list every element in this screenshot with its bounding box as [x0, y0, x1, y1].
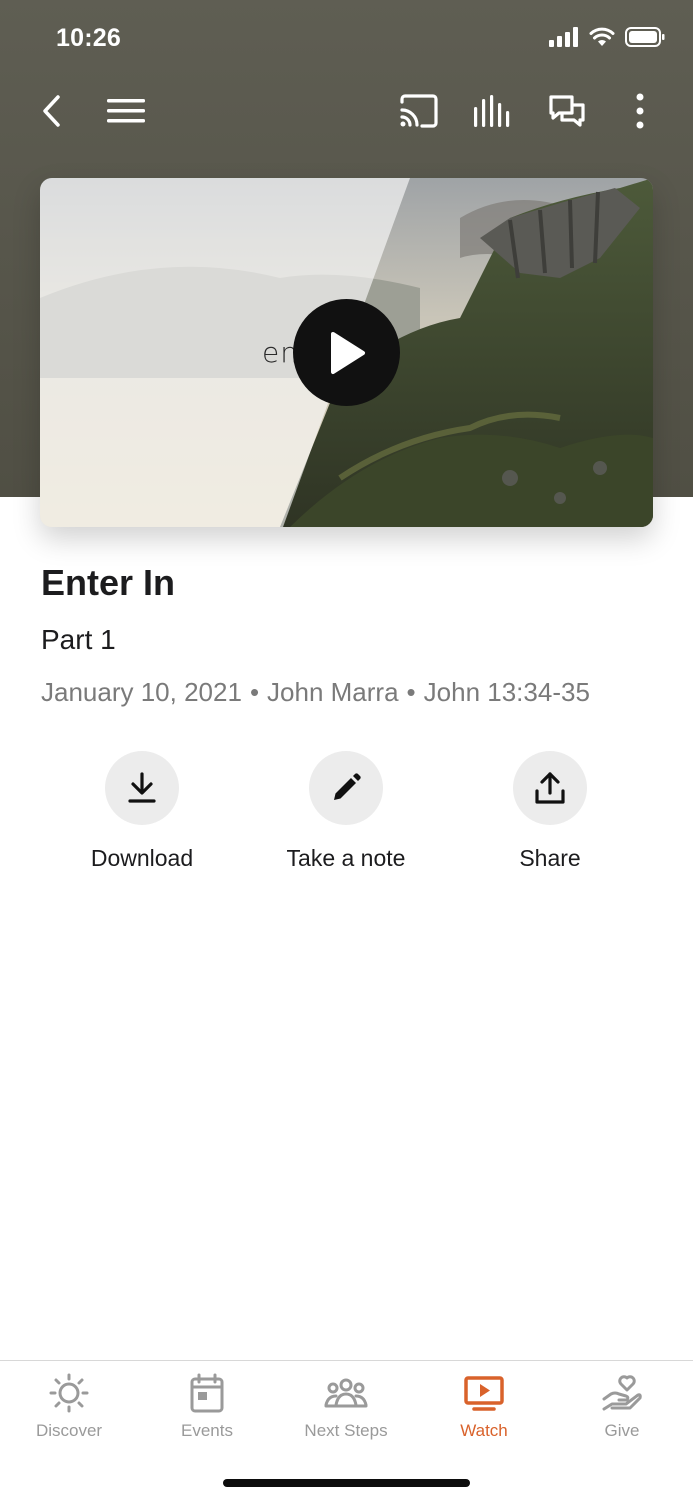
share-circle[interactable] — [513, 751, 587, 825]
status-icons — [549, 27, 665, 47]
status-bar: 10:26 — [0, 0, 693, 76]
separator: • — [249, 677, 260, 707]
share-button[interactable]: Share — [470, 751, 630, 872]
tab-label: Events — [181, 1421, 233, 1440]
audio-button[interactable] — [468, 80, 518, 142]
pencil-icon — [334, 773, 361, 800]
video-thumbnail[interactable]: enter — [40, 178, 653, 527]
calendar-icon — [190, 1373, 224, 1413]
tab-give[interactable]: Give — [553, 1373, 691, 1441]
home-indicator — [223, 1479, 470, 1487]
nav-bar — [0, 80, 693, 142]
sermon-title: Enter In — [41, 562, 176, 603]
tab-label: Give — [604, 1421, 640, 1440]
people-icon — [324, 1378, 368, 1408]
tab-label: Discover — [35, 1421, 103, 1440]
download-label: Download — [90, 845, 194, 871]
tv-play-icon — [464, 1376, 504, 1411]
take-note-button[interactable]: Take a note — [266, 751, 426, 872]
more-button[interactable] — [615, 80, 665, 142]
share-label: Share — [519, 845, 581, 871]
status-time: 10:26 — [56, 24, 121, 52]
tab-bar: Discover Events Next Steps Watch Give — [0, 1360, 693, 1500]
wifi-icon — [589, 27, 615, 46]
tab-watch[interactable]: Watch — [415, 1373, 553, 1441]
sermon-speaker: John Marra — [267, 677, 399, 707]
sermon-scripture: John 13:34-35 — [423, 677, 590, 707]
hand-heart-icon — [602, 1375, 642, 1411]
chat-button[interactable] — [542, 80, 592, 142]
audio-bars-icon — [474, 95, 510, 127]
more-vertical-icon — [636, 93, 644, 129]
take-note-circle[interactable] — [309, 751, 383, 825]
tab-next-steps[interactable]: Next Steps — [277, 1373, 415, 1441]
separator: • — [406, 677, 416, 707]
hamburger-icon — [107, 99, 145, 123]
sermon-part: Part 1 — [41, 624, 116, 655]
action-row: Download Take a note Share — [0, 751, 693, 881]
back-button[interactable] — [26, 80, 76, 142]
cast-button[interactable] — [394, 80, 444, 142]
play-icon — [330, 331, 365, 374]
share-icon — [535, 772, 565, 804]
tab-label: Next Steps — [304, 1421, 388, 1440]
menu-button[interactable] — [101, 80, 151, 142]
chat-bubbles-icon — [549, 95, 585, 127]
tab-events[interactable]: Events — [138, 1373, 276, 1441]
battery-icon — [625, 27, 665, 47]
download-circle[interactable] — [105, 751, 179, 825]
sermon-date: January 10, 2021 — [41, 677, 242, 707]
take-note-label: Take a note — [286, 845, 406, 871]
sermon-meta: January 10, 2021 • John Marra • John 13:34-3… — [41, 677, 590, 708]
tab-discover[interactable]: Discover — [0, 1373, 138, 1441]
play-button[interactable] — [293, 299, 400, 406]
sun-icon — [49, 1373, 89, 1413]
download-icon — [128, 772, 156, 803]
cast-icon — [400, 94, 438, 128]
signal-icon — [549, 27, 578, 47]
download-button[interactable]: Download — [62, 751, 222, 872]
chevron-left-icon — [43, 95, 60, 127]
tab-label: Watch — [460, 1421, 508, 1440]
